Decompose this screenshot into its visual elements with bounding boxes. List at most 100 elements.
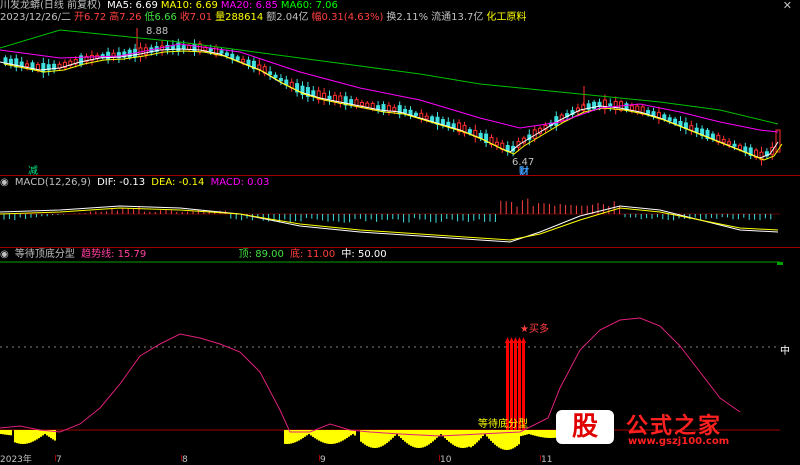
watermark-gu: 股 — [556, 410, 614, 444]
ma10-line — [3, 50, 783, 161]
macd-value: MACD: 0.03 — [210, 177, 270, 188]
candle-body — [721, 139, 726, 143]
bottom-zone-bar — [552, 430, 554, 438]
bottom-zone-bar — [2, 430, 4, 435]
candle-body — [376, 105, 381, 110]
bottom-zone-bar — [348, 430, 350, 437]
bottom-zone-bar — [364, 430, 366, 445]
bottom-zone-bar — [414, 430, 416, 448]
bottom-zone-bar — [474, 430, 476, 445]
radio-icon[interactable]: ◉ — [0, 177, 9, 188]
bottom-zone-bar — [492, 430, 494, 443]
bottom-zone-bar — [362, 430, 364, 444]
candle-body — [235, 56, 240, 61]
bottom-zone-bar — [384, 430, 386, 445]
bottom-zone-bar — [328, 430, 330, 444]
bottom-zone-bar — [330, 430, 332, 444]
bottom-zone-bar — [394, 430, 396, 436]
indicator-header: ◉ 等待顶底分型 趋势线: 15.79 顶: 89.00 底: 11.00 中:… — [0, 249, 390, 261]
candle-body — [694, 127, 699, 133]
bottom-zone-bar — [28, 430, 30, 444]
bottom-zone-bar — [530, 430, 532, 435]
bottom-zone-bar — [540, 430, 542, 438]
bottom-zone-bar — [442, 430, 444, 437]
bottom-zone-bar — [438, 430, 440, 436]
candle-body — [170, 45, 175, 50]
candle-body — [651, 111, 656, 116]
bottom-zone-bar — [304, 430, 306, 437]
bottom-zone-bar — [38, 430, 40, 439]
candle-body — [608, 103, 613, 107]
bottom-zone-bar — [454, 430, 456, 446]
candle-body — [278, 78, 283, 82]
bottom-zone-bar — [318, 430, 320, 441]
candle-body — [467, 129, 472, 134]
bottom-zone-bar — [24, 430, 26, 444]
stock-chart-window[interactable]: 川发龙蟒(日线 前复权) MA5: 6.69 MA10: 6.69 MA20: 6.… — [0, 0, 800, 465]
bottom-zone-bar — [496, 430, 498, 447]
bottom-zone-bar — [314, 430, 316, 439]
bottom-zone-bar — [542, 430, 544, 438]
bottom-zone-bar — [370, 430, 372, 448]
trend-value: 趋势线: 15.79 — [81, 249, 147, 260]
candle-body — [219, 50, 224, 54]
candle-body — [208, 48, 213, 52]
bottom-zone-bar — [320, 430, 322, 442]
macd-dea: DEA: -0.14 — [151, 177, 205, 188]
bottom-zone-bar — [470, 430, 472, 448]
bottom-zone-bar — [412, 430, 414, 447]
bottom-zone-bar — [458, 430, 460, 448]
x-axis-tick — [439, 455, 440, 461]
star-icon: ★ — [520, 324, 529, 335]
bottom-zone-bar — [466, 430, 468, 448]
bottom-zone-bar — [444, 430, 446, 439]
bottom-zone-bar — [350, 430, 352, 436]
bottom-zone-bar — [342, 430, 344, 441]
top-marker — [777, 262, 783, 265]
bottom-zone-bar — [368, 430, 370, 447]
x-axis-tick — [540, 455, 541, 461]
bottom-zone-bar — [20, 430, 22, 444]
buy-arrow-icon — [517, 337, 522, 343]
bottom-zone-bar — [404, 430, 406, 442]
buy-arrow-icon — [521, 337, 526, 343]
bottom-zone-bar — [456, 430, 458, 447]
bottom-zone-bar — [478, 430, 480, 441]
radio-icon[interactable]: ◉ — [0, 249, 9, 260]
bottom-zone-bar — [532, 430, 534, 436]
bottom-zone-bar — [316, 430, 318, 440]
bottom-zone-bar — [544, 430, 546, 438]
bottom-zone-bar — [452, 430, 454, 445]
candle-body — [273, 74, 278, 79]
candle-body — [732, 143, 737, 147]
bottom-zone-bar — [10, 430, 12, 436]
mid-value: 中: 50.00 — [341, 249, 387, 260]
candle-body — [19, 61, 24, 67]
candlestick-series — [3, 28, 781, 166]
bottom-zone-bar — [338, 430, 340, 443]
bottom-zone-bar — [0, 430, 2, 434]
bottom-zone-bar — [284, 430, 286, 444]
candle-body — [230, 53, 235, 59]
bottom-zone-bar — [488, 430, 490, 439]
x-axis-label: 7 — [56, 455, 62, 465]
bottom-zone-bar — [428, 430, 430, 445]
buy-arrow-icon — [509, 337, 514, 343]
chart-canvas[interactable] — [0, 0, 800, 465]
bottom-zone-bar — [546, 430, 548, 438]
bottom-zone-bar — [430, 430, 432, 444]
moving-average-lines — [0, 29, 783, 161]
bottom-zone-bar — [4, 430, 6, 435]
bottom-zone-bar — [548, 430, 550, 438]
bottom-zone-bar — [22, 430, 24, 444]
candle-body — [673, 118, 678, 125]
bottom-zone-bar — [300, 430, 302, 440]
bottom-zone-bar — [408, 430, 410, 445]
bottom-zone-bar — [472, 430, 474, 446]
bottom-zone-bar — [418, 430, 420, 448]
bottom-zone-bar — [398, 430, 400, 437]
bottom-zone-bar — [476, 430, 478, 443]
bottom-zone-bar — [538, 430, 540, 437]
watermark-url: www.gszj100.com — [628, 436, 730, 447]
bottom-zone-bar — [526, 430, 528, 435]
